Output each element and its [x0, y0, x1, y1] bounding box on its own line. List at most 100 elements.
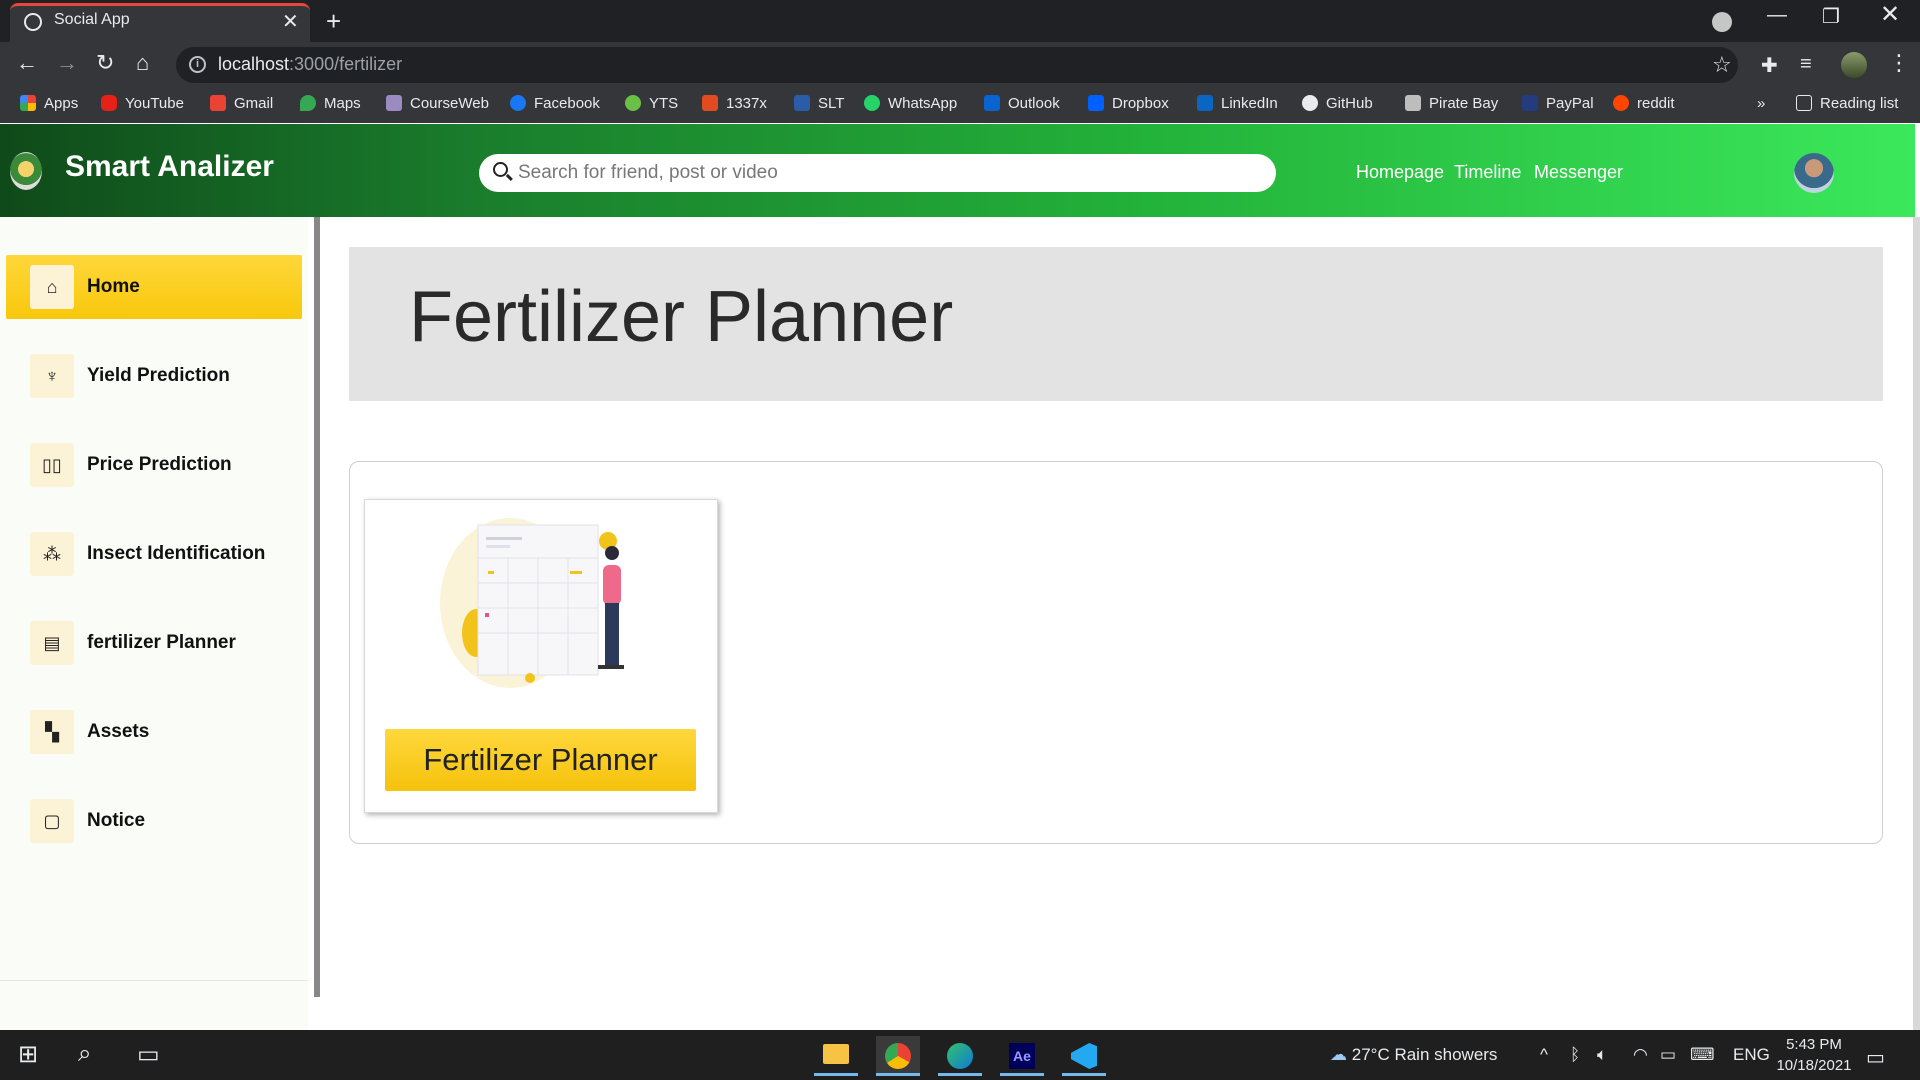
app-logo[interactable]: [10, 152, 42, 190]
file-icon: ▢: [30, 799, 74, 843]
bookmark-1337x[interactable]: 1337x: [702, 95, 767, 112]
bookmark-reddit[interactable]: reddit: [1613, 95, 1675, 112]
sidebar-item-label: Insect Identification: [87, 543, 266, 564]
bookmark-maps[interactable]: Maps: [300, 95, 361, 112]
more-menu-icon[interactable]: ⋮: [1888, 50, 1910, 76]
notifications-icon[interactable]: ▭: [1866, 1045, 1885, 1070]
bookmark-dropbox[interactable]: Dropbox: [1088, 95, 1169, 112]
window-close-button[interactable]: ✕: [1880, 0, 1900, 29]
file-explorer-icon[interactable]: [814, 1036, 858, 1076]
bookmark-whatsapp[interactable]: WhatsApp: [864, 95, 957, 112]
maps-pin-icon: [300, 95, 316, 111]
apps-grid-icon: [20, 95, 36, 111]
bookmark-yts[interactable]: YTS: [625, 95, 678, 112]
outlook-icon: [984, 95, 1000, 111]
reading-list-button[interactable]: Reading list: [1796, 95, 1898, 112]
whatsapp-icon: [864, 95, 880, 111]
extensions-puzzle-icon[interactable]: ✚: [1761, 53, 1778, 78]
search-icon[interactable]: ⌕: [78, 1040, 91, 1068]
profile-avatar[interactable]: [1841, 52, 1867, 78]
bookmark-linkedin[interactable]: LinkedIn: [1197, 95, 1278, 112]
reading-list-icon: [1796, 95, 1812, 111]
bookmarks-overflow-button[interactable]: »: [1757, 95, 1765, 112]
vscode-icon[interactable]: [1062, 1036, 1106, 1076]
sidebar-item-label: Assets: [87, 721, 150, 742]
new-tab-button[interactable]: +: [326, 6, 341, 37]
linkedin-icon: [1197, 95, 1213, 111]
reload-icon[interactable]: ↻: [96, 50, 114, 76]
gmail-icon: [210, 95, 226, 111]
bookmark-facebook[interactable]: Facebook: [510, 95, 600, 112]
globe-icon: [24, 13, 42, 31]
close-icon[interactable]: ✕: [282, 9, 299, 34]
bookmark-piratebay[interactable]: Pirate Bay: [1405, 95, 1498, 112]
paypal-icon: [1522, 95, 1538, 111]
volume-icon[interactable]: 🔈︎: [1597, 1045, 1607, 1065]
bookmark-youtube[interactable]: YouTube: [101, 95, 184, 112]
forward-arrow-icon[interactable]: →: [56, 50, 78, 76]
wifi-icon[interactable]: ◠: [1633, 1045, 1648, 1065]
back-arrow-icon[interactable]: ←: [16, 50, 38, 76]
media-control-icon[interactable]: ≡: [1800, 53, 1812, 76]
nav-link-homepage[interactable]: Homepage: [1356, 162, 1444, 183]
reddit-icon: [1613, 95, 1629, 111]
windows-start-icon[interactable]: ⊞: [18, 1040, 38, 1069]
search-icon: [493, 162, 508, 177]
bookmark-star-icon[interactable]: ☆: [1712, 52, 1732, 78]
home-icon[interactable]: ⌂: [136, 50, 149, 76]
page-scrollbar[interactable]: [1913, 217, 1920, 1030]
bookmark-outlook[interactable]: Outlook: [984, 95, 1060, 112]
bookmark-github[interactable]: GitHub: [1302, 95, 1373, 112]
tab-search-icon[interactable]: [1712, 12, 1732, 32]
page-title: Fertilizer Planner: [409, 277, 954, 357]
github-icon: [1302, 95, 1318, 111]
bookmark-slt[interactable]: SLT: [794, 95, 844, 112]
chrome-icon[interactable]: [876, 1036, 920, 1076]
restore-button[interactable]: ❐: [1822, 4, 1840, 29]
book-icon: ▯▯: [30, 443, 74, 487]
nav-link-timeline[interactable]: Timeline: [1454, 162, 1521, 183]
language-indicator[interactable]: ENG: [1733, 1045, 1770, 1065]
brand-name[interactable]: Smart Analizer: [65, 150, 274, 184]
sidebar-item-label: Notice: [87, 810, 146, 831]
sidebar-item-label: fertilizer Planner: [87, 632, 236, 653]
bookmark-paypal[interactable]: PayPal: [1522, 95, 1594, 112]
address-bar[interactable]: [176, 47, 1738, 83]
bug-icon: ⁂: [30, 532, 74, 576]
cloud-rain-icon: ☁: [1330, 1045, 1347, 1064]
search-input[interactable]: [518, 157, 1258, 189]
1337x-icon: [702, 95, 718, 111]
nav-link-messenger[interactable]: Messenger: [1534, 162, 1623, 183]
piratebay-icon: [1405, 95, 1421, 111]
weather-widget[interactable]: ☁ 27°C Rain showers: [1330, 1045, 1497, 1065]
bookmark-gmail[interactable]: Gmail: [210, 95, 273, 112]
document-icon: ▤: [30, 621, 74, 665]
home-icon: ⌂: [30, 265, 74, 309]
after-effects-icon[interactable]: Ae: [1000, 1036, 1044, 1076]
sidebar-item-label: Yield Prediction: [87, 365, 230, 386]
bookmark-apps[interactable]: Apps: [20, 95, 78, 112]
bookmark-courseweb[interactable]: CourseWeb: [386, 95, 489, 112]
user-avatar[interactable]: [1794, 153, 1834, 193]
minimize-button[interactable]: —: [1767, 4, 1787, 27]
url-text[interactable]: localhost:3000/fertilizer: [218, 54, 402, 75]
yts-icon: [625, 95, 641, 111]
sidebar-scrollbar[interactable]: [314, 217, 320, 997]
battery-icon[interactable]: ▭: [1660, 1045, 1676, 1065]
keyboard-icon[interactable]: ⌨: [1690, 1045, 1715, 1065]
tab-title: Social App: [54, 11, 130, 28]
task-view-icon[interactable]: ▭: [137, 1040, 160, 1069]
sidebar-item-label: Home: [87, 276, 140, 297]
info-icon[interactable]: i: [189, 56, 206, 73]
boxes-icon: ▚: [30, 710, 74, 754]
planner-illustration: [440, 518, 624, 688]
edge-icon[interactable]: [938, 1036, 982, 1076]
plant-icon: ♆: [30, 354, 74, 398]
fertilizer-planner-button[interactable]: Fertilizer Planner: [385, 729, 696, 791]
facebook-icon: [510, 95, 526, 111]
show-hidden-icons[interactable]: ^: [1540, 1045, 1548, 1065]
system-clock[interactable]: 5:43 PM 10/18/2021: [1774, 1034, 1854, 1076]
bluetooth-icon[interactable]: ᛒ: [1570, 1045, 1580, 1065]
dropbox-icon: [1088, 95, 1104, 111]
courseweb-icon: [386, 95, 402, 111]
